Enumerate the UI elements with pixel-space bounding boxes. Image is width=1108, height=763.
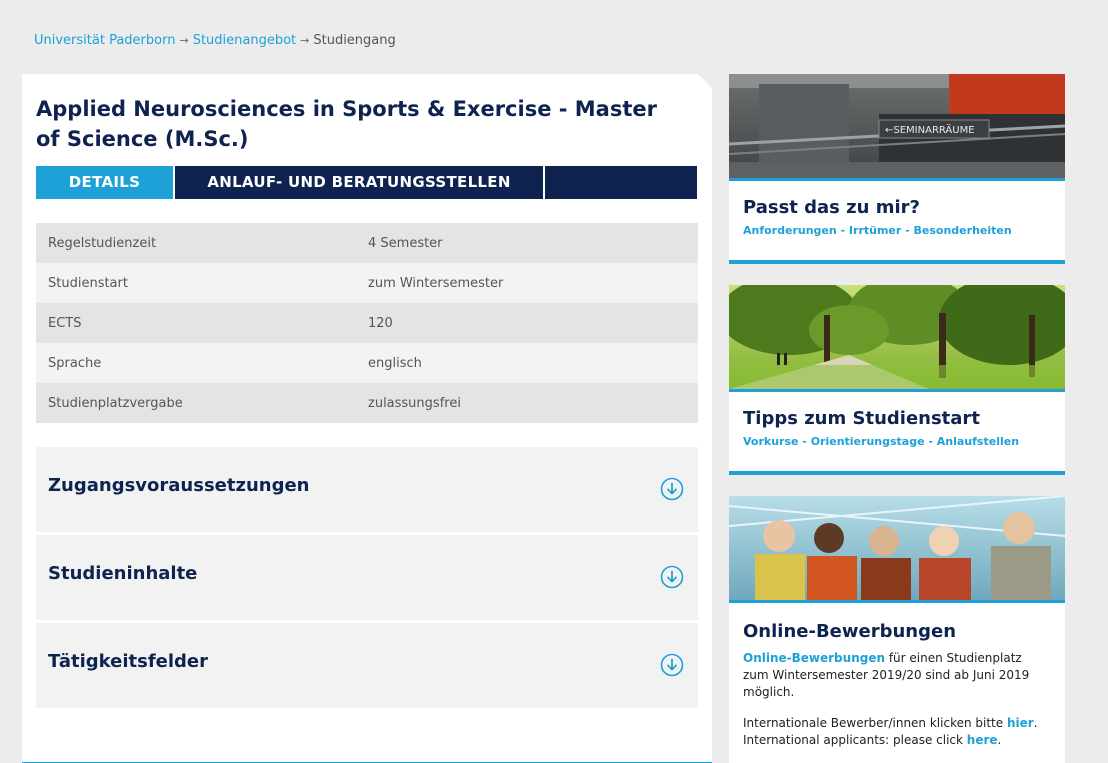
intl-en-link[interactable]: here <box>967 733 998 747</box>
intl-de-suffix: . <box>1033 716 1038 730</box>
fact-value: 120 <box>368 315 393 331</box>
card-links[interactable]: Anforderungen - Irrtümer - Besonderheite… <box>729 218 1065 237</box>
breadcrumb-separator: → <box>300 34 310 47</box>
accordion-label: Studieninhalte <box>48 563 198 584</box>
card-title[interactable]: Online-Bewerbungen <box>729 603 1065 642</box>
campus-park-image <box>729 285 1065 389</box>
main-content: Applied Neurosciences in Sports & Exerci… <box>22 74 712 763</box>
table-row: Studienstart zum Wintersemester <box>36 263 698 303</box>
tab-empty <box>545 166 697 199</box>
online-bewerbungen-link[interactable]: Online-Bewerbungen <box>743 651 885 665</box>
intl-en-suffix: . <box>997 733 1002 747</box>
table-row: Regelstudienzeit 4 Semester <box>36 223 698 263</box>
accordion-taetigkeitsfelder[interactable]: Tätigkeitsfelder <box>36 623 698 708</box>
divider <box>729 260 1065 264</box>
card-title[interactable]: Passt das zu mir? <box>729 181 1065 218</box>
teaser-card-online-bewerbungen[interactable]: Online-Bewerbungen Online-Bewerbungen fü… <box>729 496 1065 763</box>
fact-key: Regelstudienzeit <box>48 235 157 251</box>
fact-key: Studienstart <box>48 275 128 291</box>
circle-arrow-down-icon[interactable] <box>660 477 684 501</box>
fact-value: zulassungsfrei <box>368 395 461 411</box>
international-text: Internationale Bewerber/innen klicken bi… <box>743 715 1051 749</box>
fact-value: 4 Semester <box>368 235 443 251</box>
fact-value: zum Wintersemester <box>368 275 504 291</box>
tab-details[interactable]: DETAILS <box>36 166 173 199</box>
breadcrumb-item-studienangebot[interactable]: Studienangebot <box>193 33 296 48</box>
circle-arrow-down-icon[interactable] <box>660 565 684 589</box>
circle-arrow-down-icon[interactable] <box>660 653 684 677</box>
sidebar: ←SEMINARRÄUME Passt das zu mir? Anforder… <box>729 74 1065 763</box>
breadcrumb-item-current: Studiengang <box>313 33 396 48</box>
intl-de-link[interactable]: hier <box>1007 716 1034 730</box>
table-row: Studienplatzvergabe zulassungsfrei <box>36 383 698 423</box>
breadcrumb-separator: → <box>179 34 189 47</box>
breadcrumb: Universität Paderborn → Studienangebot → Stu… <box>34 33 396 48</box>
facts-table: Regelstudienzeit 4 Semester Studienstart… <box>36 223 698 423</box>
accordion-zugangsvoraussetzungen[interactable]: Zugangsvoraussetzungen <box>36 447 698 532</box>
intl-de-prefix: Internationale Bewerber/innen klicken bi… <box>743 716 1007 730</box>
fact-key: Studienplatzvergabe <box>48 395 183 411</box>
corner-decoration <box>698 74 712 88</box>
card-links[interactable]: Vorkurse - Orientierungstage - Anlaufste… <box>729 429 1065 448</box>
table-row: ECTS 120 <box>36 303 698 343</box>
fact-key: ECTS <box>48 315 82 331</box>
fact-key: Sprache <box>48 355 102 371</box>
application-text: Online-Bewerbungen für einen Studienplat… <box>729 642 1065 749</box>
accordion-studieninhalte[interactable]: Studieninhalte <box>36 535 698 620</box>
page-title: Applied Neurosciences in Sports & Exerci… <box>36 97 657 151</box>
image-sign-text: ←SEMINARRÄUME <box>885 123 975 136</box>
teaser-card-passt-das[interactable]: ←SEMINARRÄUME Passt das zu mir? Anforder… <box>729 74 1065 264</box>
seminar-rooms-image: ←SEMINARRÄUME <box>729 74 1065 178</box>
tab-bar: DETAILS ANLAUF- UND BERATUNGSSTELLEN <box>36 166 697 199</box>
divider <box>729 471 1065 475</box>
accordion: Zugangsvoraussetzungen Studieninhalte Tä… <box>36 447 698 711</box>
card-title[interactable]: Tipps zum Studienstart <box>729 392 1065 429</box>
teaser-card-tipps[interactable]: Tipps zum Studienstart Vorkurse - Orient… <box>729 285 1065 475</box>
breadcrumb-item-university[interactable]: Universität Paderborn <box>34 33 175 48</box>
table-row: Sprache englisch <box>36 343 698 383</box>
students-image <box>729 496 1065 600</box>
tab-anlauf-beratungsstellen[interactable]: ANLAUF- UND BERATUNGSSTELLEN <box>175 166 543 199</box>
accordion-label: Tätigkeitsfelder <box>48 651 209 672</box>
fact-value: englisch <box>368 355 422 371</box>
accordion-label: Zugangsvoraussetzungen <box>48 475 310 496</box>
intl-en-prefix: International applicants: please click <box>743 733 967 747</box>
